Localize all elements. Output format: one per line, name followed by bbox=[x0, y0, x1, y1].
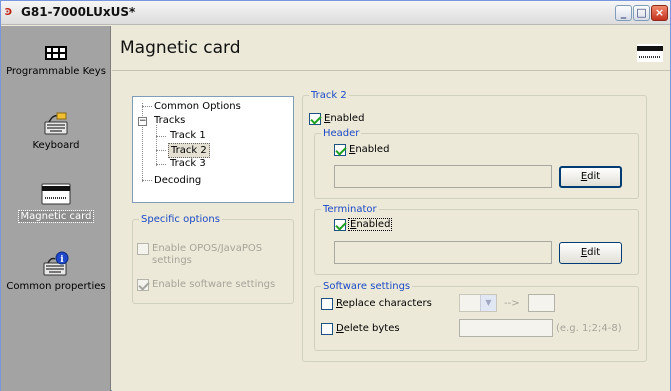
tree-guide bbox=[156, 150, 166, 151]
checkbox-box[interactable] bbox=[321, 298, 333, 310]
window-title: G81-7000LUxUS* bbox=[21, 5, 136, 19]
chevron-down-icon[interactable]: ▼ bbox=[480, 295, 496, 311]
tree-guide bbox=[142, 106, 152, 107]
checkbox-label: Enabled bbox=[347, 218, 393, 231]
minimize-button[interactable]: _ bbox=[615, 5, 632, 21]
terminator-edit-button[interactable]: Edit bbox=[559, 242, 622, 264]
page-title: Magnetic card bbox=[120, 38, 241, 58]
svg-text:i: i bbox=[60, 255, 64, 265]
group-title: Specific options bbox=[141, 214, 220, 225]
replace-arrow: --> bbox=[504, 298, 520, 309]
settings-tree[interactable]: Common Options − Tracks Track 1 Track 2 … bbox=[132, 96, 294, 203]
checkbox-label: Enabled bbox=[324, 113, 365, 124]
collapse-icon[interactable]: − bbox=[138, 117, 147, 126]
checkbox-label: Delete bytes bbox=[336, 323, 400, 334]
sidebar-item-programmable-keys[interactable]: Programmable Keys bbox=[1, 44, 111, 77]
group-title: Software settings bbox=[323, 281, 411, 292]
replace-from-select[interactable]: ▼ bbox=[459, 294, 497, 312]
terminator-enabled-checkbox[interactable]: Enabled bbox=[334, 218, 393, 231]
tree-item-track-1[interactable]: Track 1 bbox=[170, 129, 206, 142]
checkbox-box[interactable] bbox=[137, 279, 149, 291]
delete-bytes-field[interactable] bbox=[459, 319, 553, 337]
tree-guide bbox=[156, 136, 166, 137]
keys-grid-icon bbox=[45, 46, 67, 60]
sidebar-item-label: Common properties bbox=[6, 281, 106, 292]
header-group: Header bbox=[314, 128, 639, 199]
sidebar: Programmable Keys Keyboard Magnetic card bbox=[1, 26, 111, 391]
sidebar-item-common-properties[interactable]: i Common properties bbox=[1, 251, 111, 292]
close-icon: × bbox=[654, 6, 665, 19]
keyboard-info-icon: i bbox=[43, 251, 69, 276]
keyboard-icon bbox=[44, 112, 68, 135]
magnetic-card-icon bbox=[41, 183, 71, 205]
delete-bytes-hint: (e.g. 1;2;4-8) bbox=[556, 323, 622, 334]
delete-bytes-checkbox[interactable]: Delete bytes bbox=[321, 323, 400, 335]
page-header: Magnetic card bbox=[112, 26, 670, 71]
header-edit-button[interactable]: Edit bbox=[559, 166, 622, 188]
maximize-icon: □ bbox=[636, 6, 647, 19]
tree-item-decoding[interactable]: Decoding bbox=[154, 174, 201, 187]
header-value-field[interactable] bbox=[334, 165, 552, 188]
tree-guide bbox=[142, 180, 152, 181]
terminator-value-field[interactable] bbox=[334, 241, 552, 264]
checkbox-box[interactable] bbox=[137, 243, 149, 255]
tree-guide bbox=[156, 164, 166, 165]
magnetic-card-icon bbox=[637, 44, 663, 62]
tree-item-common-options[interactable]: Common Options bbox=[154, 100, 241, 113]
replace-characters-checkbox[interactable]: Replace characters bbox=[321, 298, 432, 310]
checkbox-box[interactable] bbox=[334, 144, 346, 156]
checkbox-box[interactable] bbox=[334, 219, 346, 231]
checkbox-label: Enable software settings bbox=[152, 279, 276, 290]
checkbox-label: Enabled bbox=[349, 144, 390, 155]
checkbox-box[interactable] bbox=[321, 323, 333, 335]
group-title: Header bbox=[323, 128, 360, 139]
header-enabled-checkbox[interactable]: Enabled bbox=[334, 144, 389, 156]
maximize-button[interactable]: □ bbox=[633, 5, 650, 21]
sidebar-item-label: Magnetic card bbox=[17, 210, 95, 223]
group-title: Track 2 bbox=[311, 90, 347, 101]
sidebar-item-label: Programmable Keys bbox=[6, 66, 106, 77]
app-logo-icon: Ͽ bbox=[5, 7, 12, 18]
title-bar[interactable]: Ͽ G81-7000LUxUS* _ □ × bbox=[1, 1, 670, 25]
enable-software-settings-checkbox[interactable]: Enable software settings bbox=[137, 279, 275, 291]
tree-item-track-2[interactable]: Track 2 bbox=[168, 143, 210, 158]
close-button[interactable]: × bbox=[651, 5, 668, 21]
checkbox-label: Enable OPOS/JavaPOS settings bbox=[152, 243, 263, 266]
tree-guide bbox=[156, 125, 157, 166]
software-settings-group: Software settings bbox=[314, 281, 639, 351]
sidebar-item-keyboard[interactable]: Keyboard bbox=[1, 110, 111, 151]
sidebar-item-magnetic-card[interactable]: Magnetic card bbox=[1, 183, 111, 223]
enable-opos-checkbox[interactable]: Enable OPOS/JavaPOS settings bbox=[137, 243, 287, 267]
minimize-icon: _ bbox=[620, 6, 627, 19]
tree-item-track-3[interactable]: Track 3 bbox=[170, 157, 206, 170]
checkbox-box[interactable] bbox=[309, 113, 321, 125]
replace-to-field[interactable] bbox=[528, 294, 555, 312]
track-enabled-checkbox[interactable]: Enabled bbox=[309, 113, 364, 125]
terminator-group: Terminator bbox=[314, 204, 639, 275]
sidebar-item-label: Keyboard bbox=[32, 140, 80, 151]
checkbox-label: Replace characters bbox=[336, 298, 432, 309]
tree-item-tracks[interactable]: Tracks bbox=[154, 114, 185, 127]
group-title: Terminator bbox=[323, 204, 377, 215]
tree-guide bbox=[142, 103, 143, 182]
main-window: Ͽ G81-7000LUxUS* _ □ × Programmable Keys bbox=[0, 0, 671, 391]
